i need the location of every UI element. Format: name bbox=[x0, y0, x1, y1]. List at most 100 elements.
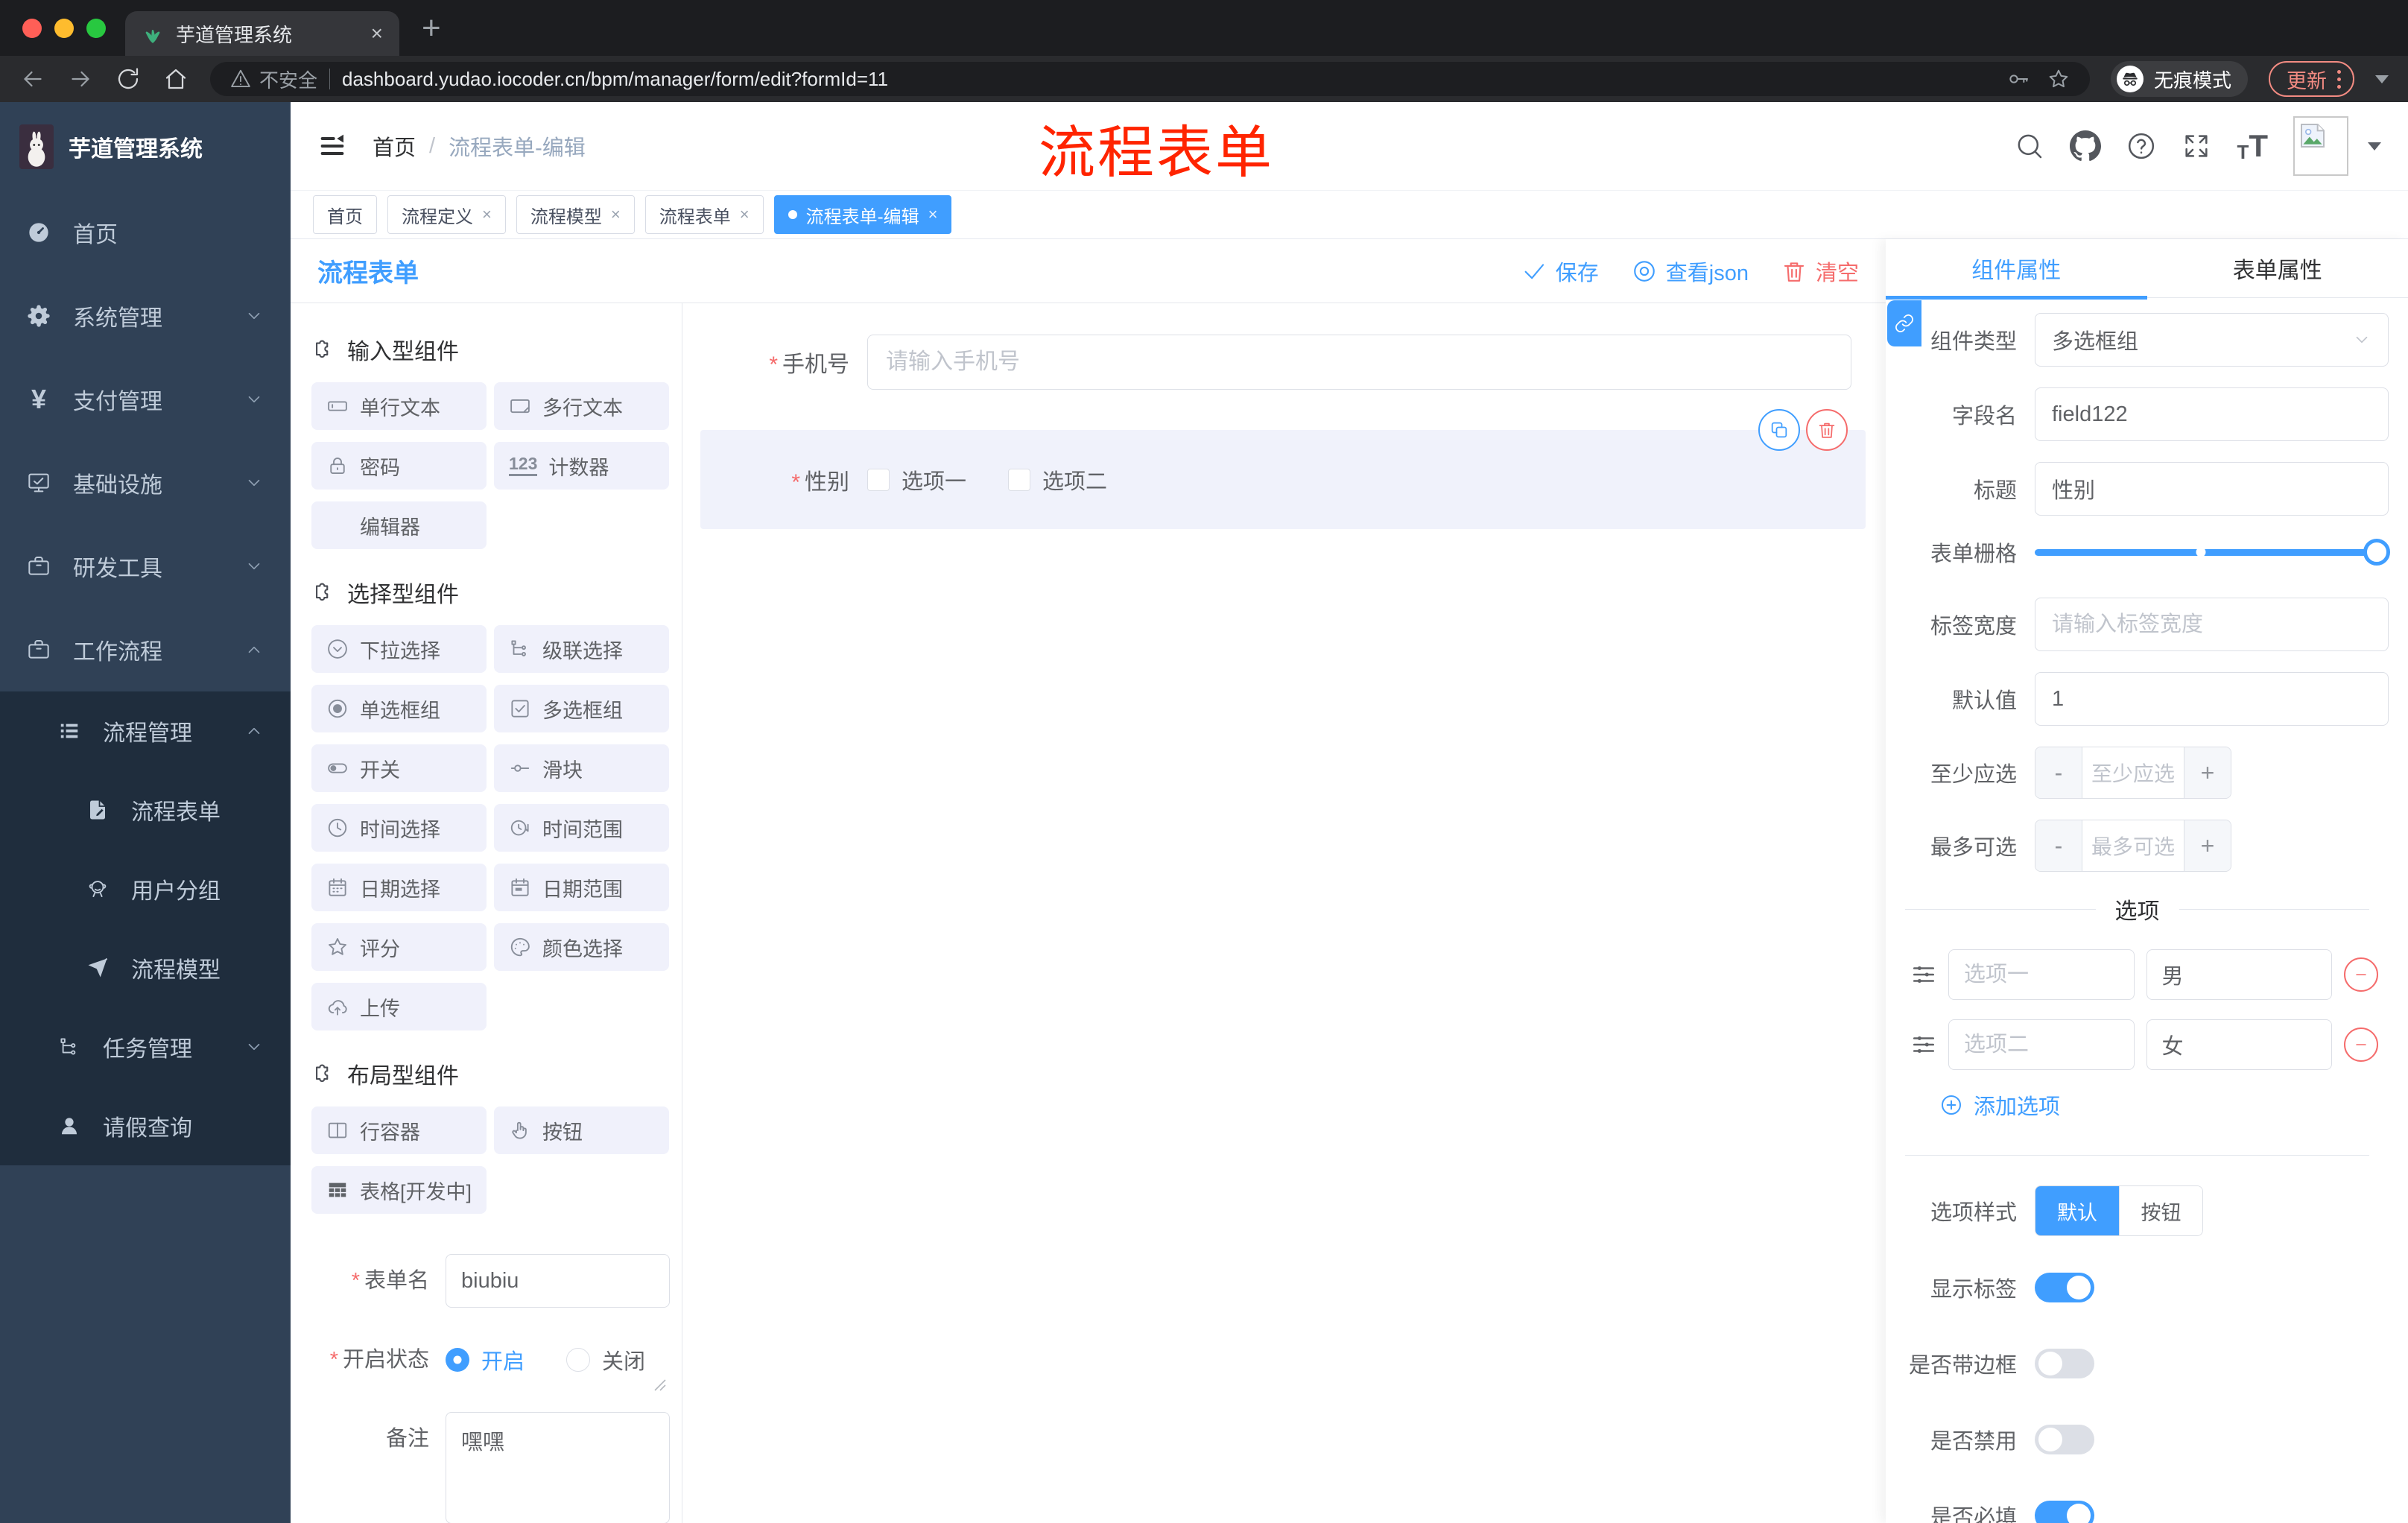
duplicate-component-button[interactable] bbox=[1758, 409, 1800, 451]
palette-item-date-range[interactable]: 日期范围 bbox=[494, 864, 669, 911]
tag-process-form-edit[interactable]: 流程表单-编辑 × bbox=[773, 195, 952, 234]
palette-item-cascader[interactable]: 级联选择 bbox=[494, 625, 669, 673]
breadcrumb-home[interactable]: 首页 bbox=[373, 130, 416, 162]
search-icon[interactable] bbox=[2015, 131, 2044, 161]
form-name-input[interactable] bbox=[446, 1254, 670, 1308]
palette-item-rate[interactable]: 评分 bbox=[311, 923, 487, 971]
label-width-input[interactable] bbox=[2035, 598, 2389, 651]
avatar[interactable] bbox=[2293, 116, 2348, 176]
sidebar-item-leave-query[interactable]: 请假查询 bbox=[0, 1086, 291, 1165]
palette-item-color[interactable]: 颜色选择 bbox=[494, 923, 669, 971]
slider-handle[interactable] bbox=[2363, 539, 2390, 566]
grid-slider[interactable] bbox=[2035, 539, 2390, 566]
browser-update-button[interactable]: 更新 bbox=[2269, 61, 2354, 97]
tab-form-props[interactable]: 表单属性 bbox=[2147, 239, 2408, 297]
user-menu-caret-icon[interactable] bbox=[2368, 142, 2381, 151]
palette-item-checkbox-group[interactable]: 多选框组 bbox=[494, 685, 669, 732]
browser-tab[interactable]: 芋道管理系统 × bbox=[125, 11, 399, 56]
canvas-phone-field[interactable]: * 手机号 bbox=[700, 335, 1866, 390]
link-tab[interactable] bbox=[1887, 300, 1921, 346]
palette-item-text[interactable]: 单行文本 bbox=[311, 382, 487, 430]
canvas-gender-field-selected[interactable]: * 性别 选项一 选项二 bbox=[700, 409, 1866, 529]
sidebar-item-infra[interactable]: 基础设施 bbox=[0, 441, 291, 525]
sidebar-item-process-form[interactable]: 流程表单 bbox=[0, 770, 291, 849]
remove-option-button[interactable] bbox=[2344, 957, 2378, 992]
status-off-radio[interactable]: 关闭 bbox=[566, 1344, 645, 1375]
window-caret-icon[interactable] bbox=[2375, 75, 2389, 83]
save-button[interactable]: 保存 bbox=[1521, 256, 1599, 287]
field-name-input[interactable] bbox=[2035, 387, 2389, 441]
sidebar-item-task-manage[interactable]: 任务管理 bbox=[0, 1007, 291, 1086]
palette-item-password[interactable]: 密码 bbox=[311, 442, 487, 490]
delete-component-button[interactable] bbox=[1806, 409, 1848, 451]
default-value-input[interactable] bbox=[2035, 672, 2389, 726]
palette-item-button[interactable]: 按钮 bbox=[494, 1106, 669, 1154]
bookmark-star-icon[interactable] bbox=[2047, 67, 2070, 91]
palette-item-row-container[interactable]: 行容器 bbox=[311, 1106, 487, 1154]
checkbox-icon[interactable] bbox=[867, 468, 890, 491]
palette-item-select[interactable]: 下拉选择 bbox=[311, 625, 487, 673]
slider-track[interactable] bbox=[2035, 548, 2389, 556]
option-label-input[interactable] bbox=[1948, 949, 2135, 1000]
close-window-button[interactable] bbox=[22, 18, 42, 38]
stepper-minus-button[interactable]: - bbox=[2035, 747, 2082, 798]
style-button-button[interactable]: 按钮 bbox=[2119, 1186, 2202, 1235]
component-type-select[interactable]: 多选框组 bbox=[2035, 313, 2389, 367]
url-text[interactable]: dashboard.yudao.iocoder.cn/bpm/manager/f… bbox=[342, 68, 1994, 91]
form-remark-textarea[interactable]: 嘿嘿 bbox=[446, 1412, 670, 1523]
stepper-plus-button[interactable]: + bbox=[2184, 820, 2231, 871]
tag-process-model[interactable]: 流程模型 × bbox=[516, 195, 635, 234]
new-tab-button[interactable]: + bbox=[422, 11, 441, 45]
sidebar-item-home[interactable]: 首页 bbox=[0, 191, 291, 274]
required-toggle[interactable] bbox=[2035, 1501, 2094, 1523]
tab-component-props[interactable]: 组件属性 bbox=[1886, 239, 2147, 297]
option-label-input[interactable] bbox=[1948, 1019, 2135, 1070]
option-value-input[interactable] bbox=[2146, 949, 2332, 1000]
palette-item-switch[interactable]: 开关 bbox=[311, 744, 487, 792]
palette-item-textarea[interactable]: 多行文本 bbox=[494, 382, 669, 430]
sidebar-item-payment[interactable]: ¥ 支付管理 bbox=[0, 358, 291, 441]
palette-item-counter[interactable]: 123 计数器 bbox=[494, 442, 669, 490]
drag-handle-icon[interactable] bbox=[1911, 962, 1936, 987]
zoom-window-button[interactable] bbox=[86, 18, 106, 38]
resize-handle-icon[interactable] bbox=[652, 1377, 667, 1392]
title-input[interactable] bbox=[2035, 462, 2389, 516]
sidebar-item-process-model[interactable]: 流程模型 bbox=[0, 928, 291, 1007]
phone-input[interactable] bbox=[867, 335, 1851, 390]
gender-option-2[interactable]: 选项二 bbox=[1008, 464, 1107, 495]
palette-item-slider[interactable]: 滑块 bbox=[494, 744, 669, 792]
tab-close-icon[interactable]: × bbox=[371, 22, 383, 45]
sidebar-item-system[interactable]: 系统管理 bbox=[0, 274, 291, 358]
browser-menu-icon[interactable] bbox=[2337, 69, 2341, 89]
address-bar[interactable]: 不安全 dashboard.yudao.iocoder.cn/bpm/manag… bbox=[210, 62, 2090, 96]
clear-button[interactable]: 清空 bbox=[1781, 256, 1859, 287]
checkbox-icon[interactable] bbox=[1008, 468, 1031, 491]
key-icon[interactable] bbox=[2006, 67, 2030, 91]
tag-close-icon[interactable]: × bbox=[740, 205, 750, 224]
tag-home[interactable]: 首页 bbox=[313, 195, 377, 234]
sidebar-item-workflow[interactable]: 工作流程 bbox=[0, 608, 291, 691]
collapse-sidebar-icon[interactable] bbox=[317, 131, 347, 161]
add-option-button[interactable]: 添加选项 bbox=[1939, 1089, 2389, 1121]
stepper-minus-button[interactable]: - bbox=[2035, 820, 2082, 871]
github-icon[interactable] bbox=[2070, 130, 2102, 162]
reload-icon[interactable] bbox=[115, 66, 142, 92]
palette-item-time-range[interactable]: 时间范围 bbox=[494, 804, 669, 852]
remove-option-button[interactable] bbox=[2344, 1028, 2378, 1062]
show-label-toggle[interactable] bbox=[2035, 1273, 2094, 1302]
forward-icon[interactable] bbox=[67, 66, 94, 92]
palette-item-upload[interactable]: 上传 bbox=[311, 983, 487, 1030]
sidebar-item-process-manage[interactable]: 流程管理 bbox=[0, 691, 291, 770]
minimize-window-button[interactable] bbox=[54, 18, 74, 38]
palette-item-editor[interactable]: 编辑器 bbox=[311, 501, 487, 549]
help-icon[interactable] bbox=[2126, 131, 2156, 161]
style-default-button[interactable]: 默认 bbox=[2035, 1186, 2119, 1235]
palette-item-table[interactable]: 表格[开发中] bbox=[311, 1166, 487, 1214]
palette-item-radio-group[interactable]: 单选框组 bbox=[311, 685, 487, 732]
disabled-toggle[interactable] bbox=[2035, 1425, 2094, 1454]
sidebar-item-devtools[interactable]: 研发工具 bbox=[0, 525, 291, 608]
font-size-icon[interactable]: TT bbox=[2237, 130, 2268, 162]
status-on-radio[interactable]: 开启 bbox=[446, 1344, 525, 1375]
tag-process-form[interactable]: 流程表单 × bbox=[644, 195, 764, 234]
tag-close-icon[interactable]: × bbox=[611, 205, 621, 224]
